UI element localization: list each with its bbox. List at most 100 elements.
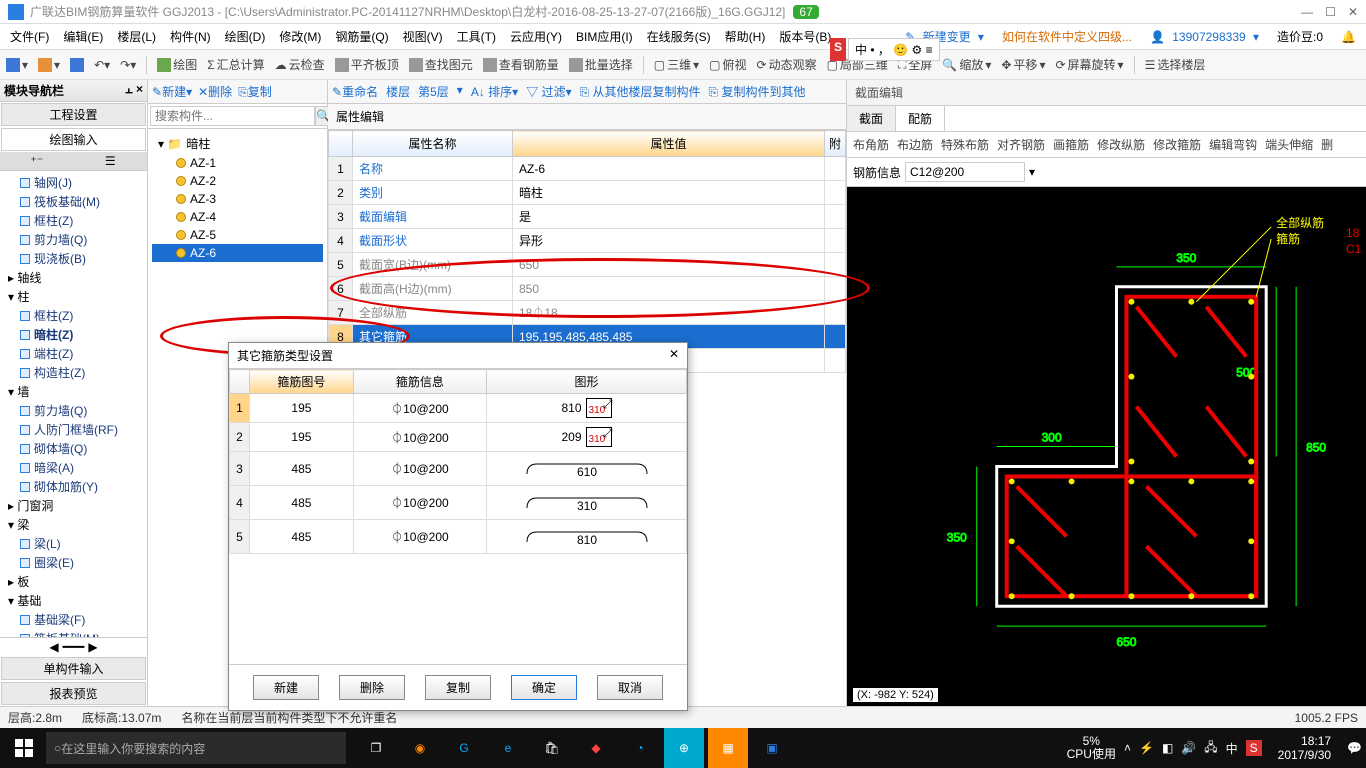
draw-button[interactable]: 绘图 <box>157 56 197 73</box>
save-button[interactable] <box>70 58 84 72</box>
menu-help[interactable]: 帮助(H) <box>721 26 770 47</box>
tool-edge[interactable]: 布边筋 <box>897 136 933 153</box>
maximize-icon[interactable]: ☐ <box>1325 5 1336 19</box>
task-app7[interactable]: ▣ <box>752 728 792 768</box>
task-app3[interactable]: ◆ <box>576 728 616 768</box>
task-edge[interactable]: e <box>488 728 528 768</box>
tree-raft2[interactable]: 筏板基础(M) <box>4 629 143 637</box>
prop-row-4[interactable]: 4截面形状异形 <box>329 229 846 253</box>
dialog-ok-button[interactable]: 确定 <box>511 675 577 700</box>
tree-cat-axis[interactable]: ▸ 轴线 <box>4 268 143 287</box>
tray-net-icon[interactable]: 🖧 <box>1204 738 1217 759</box>
rebar-info-input[interactable] <box>905 162 1025 182</box>
view-rebar-button[interactable]: 查看钢筋量 <box>483 56 559 73</box>
menu-online[interactable]: 在线服务(S) <box>643 26 715 47</box>
col-shape[interactable]: 图形 <box>487 370 687 394</box>
tree-tiecol[interactable]: 构造柱(Z) <box>4 363 143 382</box>
task-app5[interactable]: ⊕ <box>664 728 704 768</box>
tray-volume-icon[interactable]: 🔊 <box>1181 741 1196 755</box>
comp-copy-button[interactable]: ⎘复制 <box>238 83 272 100</box>
tray-power-icon[interactable]: ⚡ <box>1139 741 1154 755</box>
menu-floor[interactable]: 楼层(L) <box>113 26 160 47</box>
batch-select-button[interactable]: 批量选择 <box>569 56 633 73</box>
task-app6[interactable]: ▦ <box>708 728 748 768</box>
tb-copy-to[interactable]: ⎘ 复制构件到其他 <box>709 83 806 100</box>
rotate-button[interactable]: ⟳ 屏幕旋转▾ <box>1055 56 1123 73</box>
nav-tab-list[interactable]: ☰ <box>74 152 148 170</box>
nav-scroll-left[interactable]: ◀ <box>49 640 58 654</box>
comp-delete-button[interactable]: ✕删除 <box>198 83 232 100</box>
tree-ringbeam[interactable]: 圈梁(E) <box>4 553 143 572</box>
col-stirrup-no[interactable]: 箍筋图号 <box>250 370 354 394</box>
menu-modify[interactable]: 修改(M) <box>275 26 325 47</box>
tree-hiddencol[interactable]: 暗柱(Z) <box>4 325 143 344</box>
tree-endcol[interactable]: 端柱(Z) <box>4 344 143 363</box>
tool-edit-hook[interactable]: 编辑弯钩 <box>1209 136 1257 153</box>
tray-notifications-icon[interactable]: 💬 <box>1347 741 1362 755</box>
tool-corner[interactable]: 布角筋 <box>853 136 889 153</box>
menu-file[interactable]: 文件(F) <box>6 26 53 47</box>
rebar-info-dropdown[interactable]: ▾ <box>1029 165 1035 179</box>
tray-app-icon[interactable]: ◧ <box>1162 741 1173 755</box>
menu-draw[interactable]: 绘图(D) <box>221 26 270 47</box>
tree-item-az2[interactable]: AZ-2 <box>152 172 323 190</box>
stirrup-row-5[interactable]: 5485⏀10@200810 <box>230 520 687 554</box>
tree-item-az5[interactable]: AZ-5 <box>152 226 323 244</box>
tree-item-az1[interactable]: AZ-1 <box>152 154 323 172</box>
tree-masonry[interactable]: 砌体墙(Q) <box>4 439 143 458</box>
minimize-icon[interactable]: — <box>1301 5 1313 19</box>
select-floor-button[interactable]: ☰ 选择楼层 <box>1145 56 1206 73</box>
tool-delete[interactable]: 删 <box>1321 136 1333 153</box>
tray-ime[interactable]: 中 <box>1226 740 1238 757</box>
tree-cat-beam[interactable]: ▾ 梁 <box>4 515 143 534</box>
tool-stirrup[interactable]: 画箍筋 <box>1053 136 1089 153</box>
ime-toolbar[interactable]: S 中 • ， 🙂 ⚙ ≡ <box>830 38 940 61</box>
tree-root-hiddencol[interactable]: ▾ 📁 暗柱 <box>152 133 323 154</box>
comp-new-button[interactable]: ✎新建▾ <box>152 83 192 100</box>
zoom-button[interactable]: 🔍 缩放▾ <box>942 56 991 73</box>
tree-shearwall2[interactable]: 剪力墙(Q) <box>4 401 143 420</box>
menu-view[interactable]: 视图(V) <box>399 26 447 47</box>
task-app1[interactable]: ◉ <box>400 728 440 768</box>
tree-cat-foundation[interactable]: ▾ 基础 <box>4 591 143 610</box>
menu-edit[interactable]: 编辑(E) <box>59 26 107 47</box>
tool-edit-stirrup[interactable]: 修改箍筋 <box>1153 136 1201 153</box>
dialog-delete-button[interactable]: 删除 <box>339 675 405 700</box>
menu-tools[interactable]: 工具(T) <box>453 26 500 47</box>
prop-row-7[interactable]: 7全部纵筋18⏀18 <box>329 301 846 325</box>
dialog-close-icon[interactable]: ✕ <box>669 347 679 364</box>
tb-rename[interactable]: ✎重命名 <box>332 83 378 100</box>
undo-button[interactable]: ↶▾ <box>94 58 110 72</box>
tool-special[interactable]: 特殊布筋 <box>941 136 989 153</box>
nav-tab-struct[interactable]: ⁺⁻ <box>0 152 74 170</box>
start-button[interactable] <box>4 728 44 768</box>
tree-foundbeam[interactable]: 基础梁(F) <box>4 610 143 629</box>
tree-cat-column[interactable]: ▾ 柱 <box>4 287 143 306</box>
tree-framecol[interactable]: 框柱(Z) <box>4 211 143 230</box>
tree-rfwall[interactable]: 人防门框墙(RF) <box>4 420 143 439</box>
tool-edit-long[interactable]: 修改纵筋 <box>1097 136 1145 153</box>
tray-up-icon[interactable]: ˄ <box>1124 741 1131 755</box>
nav-scroll-right[interactable]: ▶ <box>88 640 97 654</box>
nav-close-icon[interactable]: ⫠ × <box>125 82 143 99</box>
taskbar-search[interactable]: ○ 在这里输入你要搜索的内容 <box>46 732 346 764</box>
nav-single-input[interactable]: 单构件输入 <box>1 657 146 680</box>
tb-copy-from[interactable]: ⎘ 从其他楼层复制构件 <box>580 83 701 100</box>
flat-top-button[interactable]: 平齐板顶 <box>335 56 399 73</box>
menu-rebar[interactable]: 钢筋量(Q) <box>331 26 392 47</box>
tree-item-az4[interactable]: AZ-4 <box>152 208 323 226</box>
tree-framecol2[interactable]: 框柱(Z) <box>4 306 143 325</box>
tree-cat-slab[interactable]: ▸ 板 <box>4 572 143 591</box>
tree-item-az3[interactable]: AZ-3 <box>152 190 323 208</box>
tb-filter[interactable]: ▽ 过滤▾ <box>526 83 571 100</box>
new-file-button[interactable]: ▾ <box>6 58 28 72</box>
nav-project-settings[interactable]: 工程设置 <box>1 103 146 126</box>
tool-align[interactable]: 对齐钢筋 <box>997 136 1045 153</box>
task-view-icon[interactable]: ❐ <box>356 728 396 768</box>
tree-raft[interactable]: 筏板基础(M) <box>4 192 143 211</box>
menu-component[interactable]: 构件(N) <box>166 26 215 47</box>
stirrup-row-2[interactable]: 2195⏀10@200209310⤢ <box>230 423 687 452</box>
3d-button[interactable]: ▢ 三维▾ <box>654 56 699 73</box>
dialog-copy-button[interactable]: 复制 <box>425 675 491 700</box>
nav-report[interactable]: 报表预览 <box>1 682 146 705</box>
